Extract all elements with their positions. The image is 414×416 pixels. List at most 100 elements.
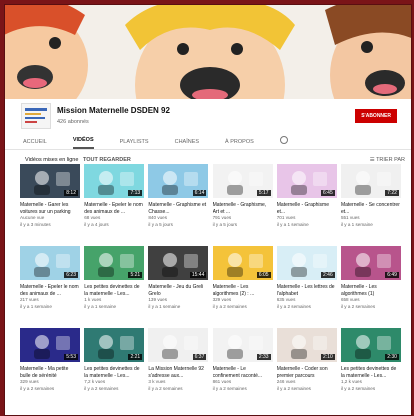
sort-label: TRIER PAR	[376, 157, 405, 163]
channel-name: Mission Maternelle DSDEN 92	[57, 106, 170, 115]
banner-art	[5, 5, 411, 99]
video-title[interactable]: Maternelle - Jeu du Greli Grelo	[148, 284, 208, 297]
video-card[interactable]: 2:46 Maternelle - Les lettres de l'alphab…	[276, 246, 337, 326]
video-card[interactable]: 6:37 La Mission Maternelle 92 s'adresse a…	[148, 328, 209, 408]
video-title[interactable]: Les petites devinettes de la maternelle …	[341, 366, 401, 379]
video-title[interactable]: Maternelle - Garer les voitures sur un p…	[20, 202, 80, 215]
video-card[interactable]: 6:45 Maternelle - Graphisme et... 701 vues…	[276, 164, 337, 244]
video-thumbnail[interactable]: 7:22	[340, 164, 401, 198]
tab-videos[interactable]: VIDÉOS	[72, 137, 94, 149]
video-title[interactable]: Maternelle - Graphisme et Chasse...	[148, 202, 208, 215]
tab-playlists[interactable]: PLAYLISTS	[120, 139, 149, 149]
video-card[interactable]: 6:49 Maternelle - Les algorithmes (1) 658 …	[340, 246, 401, 326]
video-duration: 2:33	[256, 354, 271, 360]
video-thumbnail[interactable]: 2:46	[276, 246, 337, 280]
video-age: il y a 5 jours	[212, 221, 238, 227]
video-thumbnail[interactable]: 5:53	[20, 328, 80, 362]
video-duration: 6:05	[256, 272, 271, 278]
video-title[interactable]: Maternelle - Ma petite bulle de sérénité	[20, 366, 80, 379]
video-title[interactable]: Les petites devinettes de la maternelle …	[84, 366, 144, 379]
video-title[interactable]: Maternelle - Les lettres de l'alphabet	[277, 284, 337, 297]
video-age: il y a 2 semaines	[148, 385, 183, 391]
video-duration: 2:21	[128, 354, 143, 360]
video-age: il y a 4 jours	[84, 221, 109, 227]
video-age: il y a 2 semaines	[212, 385, 247, 391]
video-card[interactable]: 6:05 Maternelle - Les algorithmes (2) : .…	[212, 246, 273, 326]
sort-button[interactable]: ☰ TRIER PAR	[370, 157, 405, 163]
video-thumbnail[interactable]: 2:30	[340, 328, 401, 362]
video-thumbnail[interactable]: 8:12	[20, 164, 80, 198]
subscribe-button[interactable]: S'ABONNER	[355, 109, 397, 123]
video-age: il y a 1 semaine	[148, 303, 181, 309]
video-thumbnail[interactable]: 15:44	[148, 246, 209, 280]
video-age: il y a 2 semaines	[20, 385, 55, 391]
channel-header: Mission Maternelle DSDEN 92 426 abonnés …	[5, 99, 411, 135]
video-card[interactable]: 2:30 Les petites devinettes de la materne…	[340, 328, 401, 408]
video-age: il y a 2 semaines	[340, 303, 376, 309]
video-duration: 6:14	[192, 190, 207, 196]
video-title[interactable]: Maternelle - Graphisme et...	[277, 202, 337, 215]
video-duration: 6:45	[321, 190, 335, 196]
tab-home[interactable]: ACCUEIL	[23, 139, 47, 149]
video-duration: 6:23	[64, 272, 78, 278]
video-grid: 8:12 Maternelle - Garer les voitures sur …	[20, 164, 405, 408]
video-title[interactable]: Maternelle - Les algorithmes (1)	[341, 284, 401, 297]
video-thumbnail[interactable]: 2:33	[212, 328, 273, 362]
video-thumbnail[interactable]: 6:49	[340, 246, 401, 280]
video-card[interactable]: 6:14 Maternelle - Graphisme et Chasse... 8…	[148, 164, 209, 244]
play-all-button[interactable]: TOUT REGARDER	[83, 157, 131, 163]
video-card[interactable]: 15:44 Maternelle - Jeu du Greli Grelo 139 …	[148, 246, 209, 326]
video-duration: 6:49	[385, 272, 399, 278]
video-card[interactable]: 2:10 Maternelle - Coder son premier parco…	[276, 328, 337, 408]
video-age: il y a 2 semaines	[340, 385, 376, 391]
video-card[interactable]: 6:23 Maternelle - Épeler le nom des anima…	[20, 246, 80, 326]
video-thumbnail[interactable]: 6:45	[276, 164, 337, 198]
video-card[interactable]: 5:53 Maternelle - Ma petite bulle de séré…	[20, 328, 80, 408]
video-thumbnail[interactable]: 5:17	[212, 164, 273, 198]
video-duration: 2:46	[321, 272, 335, 278]
video-title[interactable]: Maternelle - Épeler le nom des animaux d…	[20, 284, 80, 297]
video-thumbnail[interactable]: 6:05	[212, 246, 273, 280]
channel-banner	[5, 5, 411, 99]
video-title[interactable]: Maternelle - Le confinement raconté...	[213, 366, 273, 379]
video-card[interactable]: 8:12 Maternelle - Garer les voitures sur …	[20, 164, 80, 244]
video-age: il y a 3 minutes	[20, 221, 51, 227]
video-age: il y a 2 semaines	[276, 385, 311, 391]
channel-logo[interactable]	[21, 103, 51, 129]
video-title[interactable]: Maternelle - Coder son premier parcours	[277, 366, 337, 379]
video-age: il y a 1 semaine	[276, 221, 309, 227]
video-title[interactable]: Maternelle - Épeler le nom des animaux d…	[84, 202, 144, 215]
section-title: Vidéos mises en ligne	[25, 157, 79, 163]
video-thumbnail[interactable]: 2:21	[84, 328, 145, 362]
video-thumbnail[interactable]: 5:21	[84, 246, 145, 280]
video-card[interactable]: 2:33 Maternelle - Le confinement raconté.…	[212, 328, 273, 408]
video-duration: 5:17	[256, 190, 271, 196]
tab-channels[interactable]: CHAÎNES	[175, 139, 199, 149]
video-duration: 7:22	[385, 190, 399, 196]
video-card[interactable]: 2:21 Les petites devinettes de la materne…	[84, 328, 145, 408]
video-thumbnail[interactable]: 6:14	[148, 164, 209, 198]
video-duration: 8:12	[64, 190, 78, 196]
video-card[interactable]: 7:22 Maternelle - Se concentrer et... 551 …	[340, 164, 401, 244]
video-duration: 2:30	[385, 354, 399, 360]
video-thumbnail[interactable]: 6:23	[20, 246, 80, 280]
video-title[interactable]: Maternelle - Les algorithmes (2) : ...	[213, 284, 273, 297]
video-duration: 6:37	[192, 354, 207, 360]
video-card[interactable]: 5:17 Maternelle - Graphisme, Art et ... 79…	[212, 164, 273, 244]
video-duration: 7:13	[128, 190, 143, 196]
video-title[interactable]: Les petites devinettes de la maternelle …	[84, 284, 144, 297]
video-title[interactable]: La Mission Maternelle 92 s'adresse aux..…	[148, 366, 208, 379]
video-age: il y a 2 semaines	[84, 385, 119, 391]
video-title[interactable]: Maternelle - Graphisme, Art et ...	[213, 202, 273, 215]
video-thumbnail[interactable]: 7:13	[84, 164, 145, 198]
video-thumbnail[interactable]: 2:10	[276, 328, 337, 362]
video-thumbnail[interactable]: 6:37	[148, 328, 209, 362]
video-age: il y a 5 jours	[148, 221, 173, 227]
video-card[interactable]: 5:21 Les petites devinettes de la materne…	[84, 246, 145, 326]
video-title[interactable]: Maternelle - Se concentrer et...	[341, 202, 401, 215]
video-duration: 2:10	[321, 354, 335, 360]
search-icon[interactable]	[279, 136, 288, 144]
video-card[interactable]: 7:13 Maternelle - Épeler le nom des anima…	[84, 164, 145, 244]
tab-about[interactable]: À PROPOS	[225, 139, 254, 149]
video-age: il y a 1 semaine	[20, 303, 52, 309]
